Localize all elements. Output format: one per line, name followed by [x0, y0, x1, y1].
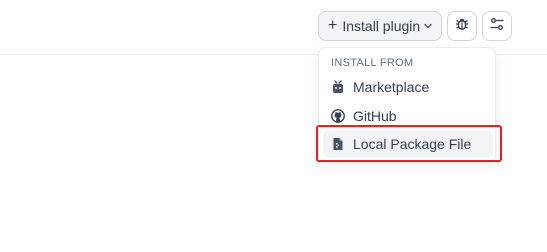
settings-button[interactable]: [482, 11, 512, 41]
menu-item-local-package-file[interactable]: Local Package File: [323, 130, 493, 158]
menu-item-marketplace[interactable]: Marketplace: [323, 73, 493, 101]
plus-icon: +: [328, 17, 338, 34]
marketplace-icon: [331, 80, 345, 94]
menu-item-label: Local Package File: [353, 136, 472, 152]
install-source-dropdown: INSTALL FROM Marketplace GitHub Local Pa…: [318, 47, 496, 163]
github-icon: [331, 109, 345, 123]
menu-item-label: Marketplace: [353, 79, 430, 95]
chevron-down-icon: [423, 21, 433, 31]
package-file-icon: [331, 137, 345, 151]
menu-item-label: GitHub: [353, 108, 397, 124]
toolbar: + Install plugin: [318, 11, 512, 41]
debug-bug-icon: [454, 16, 470, 37]
install-plugin-button[interactable]: + Install plugin: [318, 11, 442, 41]
debug-button[interactable]: [447, 11, 477, 41]
install-plugin-label: Install plugin: [342, 18, 421, 34]
menu-item-github[interactable]: GitHub: [323, 102, 493, 130]
settings-sliders-icon: [489, 16, 505, 37]
install-from-heading: INSTALL FROM: [331, 57, 414, 69]
